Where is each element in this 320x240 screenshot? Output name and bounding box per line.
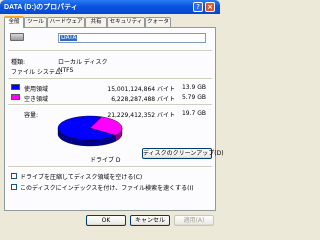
separator [8, 166, 212, 168]
compress-label[interactable]: ドライブを圧縮してディスク領域を空ける(C) [20, 172, 142, 181]
index-label[interactable]: このディスクにインデックスを付け、ファイル検索を速くする(I) [20, 183, 194, 192]
disk-cleanup-button[interactable]: ディスクのクリーンアップ(D) [142, 148, 224, 159]
apply-button[interactable]: 適用(A) [174, 215, 214, 226]
compress-checkbox[interactable] [11, 173, 17, 179]
ok-button[interactable]: OK [86, 215, 126, 226]
index-checkbox[interactable] [11, 184, 17, 190]
drive-label: ドライブ D [90, 157, 121, 164]
disk-usage-pie-chart [57, 115, 123, 147]
tab-general[interactable]: 全般 [4, 16, 24, 28]
cancel-button[interactable]: キャンセル [130, 215, 170, 226]
